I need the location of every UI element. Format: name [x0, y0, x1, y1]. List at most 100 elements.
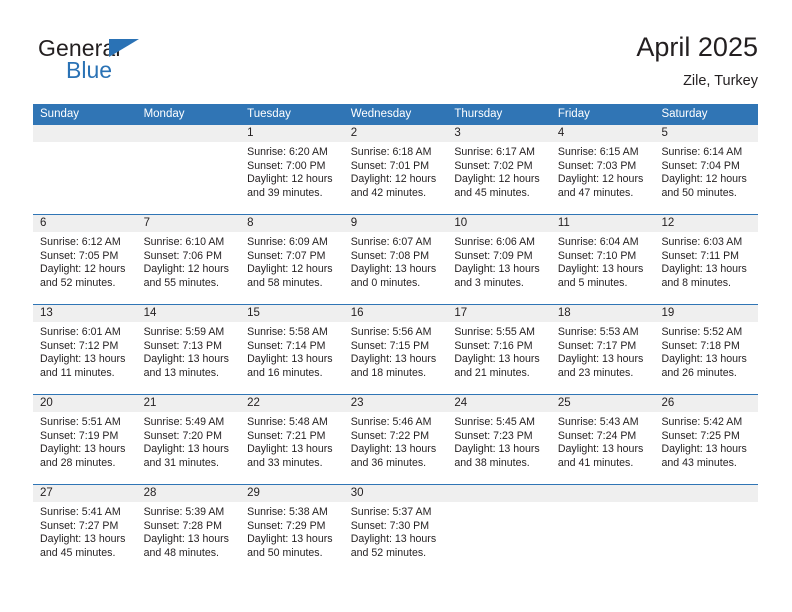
day-number: 19	[654, 305, 759, 322]
day-detail-line: and 0 minutes.	[350, 276, 421, 289]
day-detail-line: Daylight: 13 hours	[40, 353, 126, 366]
page-title: April 2025	[636, 32, 758, 62]
day-details: Sunrise: 5:46 AM Sunset: 7:22 PM Daylight:…	[344, 412, 448, 470]
day-cell-15[interactable]: 15 Sunrise: 5:58 AM Sunset: 7:14 PM Dayligh…	[240, 305, 344, 394]
day-number: 26	[654, 395, 759, 412]
day-cell-27[interactable]: 27 Sunrise: 5:41 AM Sunset: 7:27 PM Dayligh…	[33, 485, 137, 574]
day-cell-2[interactable]: 2 Sunrise: 6:18 AM Sunset: 7:01 PM Daylight…	[343, 125, 448, 214]
day-number: 11	[550, 215, 655, 232]
day-details	[654, 502, 758, 506]
day-number: 9	[343, 215, 448, 232]
day-number	[33, 125, 137, 142]
day-detail-line: and 8 minutes.	[661, 276, 731, 289]
calendar-weeks: 1 Sunrise: 6:20 AM Sunset: 7:00 PM Daylight…	[33, 125, 759, 574]
day-number	[654, 485, 759, 502]
day-detail-line: Sunset: 7:09 PM	[454, 249, 533, 262]
day-cell-8[interactable]: 8 Sunrise: 6:09 AM Sunset: 7:07 PM Daylight…	[240, 215, 344, 304]
day-cell-28[interactable]: 28 Sunrise: 5:39 AM Sunset: 7:28 PM Dayligh…	[136, 485, 241, 574]
day-detail-line: and 13 minutes.	[143, 366, 219, 379]
day-details: Sunrise: 6:06 AM Sunset: 7:09 PM Daylight:…	[447, 232, 551, 290]
day-cell-23[interactable]: 23 Sunrise: 5:46 AM Sunset: 7:22 PM Dayligh…	[343, 395, 448, 484]
day-cell-26[interactable]: 26 Sunrise: 5:42 AM Sunset: 7:25 PM Dayligh…	[654, 395, 759, 484]
day-cell-24[interactable]: 24 Sunrise: 5:45 AM Sunset: 7:23 PM Dayligh…	[447, 395, 551, 484]
day-cell-17[interactable]: 17 Sunrise: 5:55 AM Sunset: 7:16 PM Dayligh…	[447, 305, 551, 394]
day-detail-line: Daylight: 13 hours	[350, 533, 437, 546]
day-detail-line: Sunrise: 5:37 AM	[350, 506, 432, 518]
day-detail-line: Sunrise: 6:10 AM	[143, 236, 225, 248]
day-detail-line: and 58 minutes.	[247, 276, 323, 289]
day-detail-line: and 39 minutes.	[247, 186, 323, 199]
day-detail-line: Sunset: 7:10 PM	[557, 249, 637, 262]
day-cell-19[interactable]: 19 Sunrise: 5:52 AM Sunset: 7:18 PM Dayligh…	[654, 305, 759, 394]
day-cell-12[interactable]: 12 Sunrise: 6:03 AM Sunset: 7:11 PM Dayligh…	[654, 215, 759, 304]
day-cell-29[interactable]: 29 Sunrise: 5:38 AM Sunset: 7:29 PM Dayligh…	[240, 485, 344, 574]
brand-logo[interactable]: General Blue	[38, 35, 218, 91]
week-cells: 27 Sunrise: 5:41 AM Sunset: 7:27 PM Dayligh…	[33, 485, 759, 574]
day-cell-5[interactable]: 5 Sunrise: 6:14 AM Sunset: 7:04 PM Daylight…	[654, 125, 759, 214]
day-detail-line: Daylight: 13 hours	[454, 263, 540, 276]
day-cell-18[interactable]: 18 Sunrise: 5:53 AM Sunset: 7:17 PM Dayligh…	[550, 305, 655, 394]
calendar-page: General Blue April 2025 Zile, Turkey Sun…	[0, 0, 792, 612]
day-detail-line: Sunrise: 5:46 AM	[350, 416, 432, 428]
day-number: 2	[343, 125, 448, 142]
day-detail-line: Sunset: 7:15 PM	[350, 339, 430, 352]
calendar-grid: Sunday Monday Tuesday Wednesday Thursday Frid…	[33, 104, 759, 574]
weekday-header-row: Sunday Monday Tuesday Wednesday Thursday Frid…	[33, 104, 758, 125]
day-details: Sunrise: 5:56 AM Sunset: 7:15 PM Daylight:…	[344, 322, 448, 380]
day-cell-1[interactable]: 1 Sunrise: 6:20 AM Sunset: 7:00 PM Daylight…	[240, 125, 344, 214]
day-detail-line: Daylight: 13 hours	[454, 353, 540, 366]
day-cell-empty	[136, 125, 241, 214]
day-details: Sunrise: 6:20 AM Sunset: 7:00 PM Daylight:…	[240, 142, 344, 200]
day-detail-line: Sunrise: 6:06 AM	[454, 236, 535, 248]
day-detail-line: Sunrise: 6:01 AM	[40, 326, 121, 338]
day-detail-line: and 41 minutes.	[557, 456, 634, 469]
day-detail-line: Sunrise: 5:59 AM	[143, 326, 225, 338]
day-number: 14	[136, 305, 241, 322]
day-detail-line: Daylight: 13 hours	[247, 443, 333, 456]
day-detail-line: Daylight: 12 hours	[454, 173, 540, 186]
day-detail-line: Sunrise: 5:58 AM	[247, 326, 328, 338]
day-detail-line: and 55 minutes.	[143, 276, 219, 289]
day-cell-16[interactable]: 16 Sunrise: 5:56 AM Sunset: 7:15 PM Dayligh…	[343, 305, 448, 394]
day-detail-line: Sunrise: 5:53 AM	[557, 326, 639, 338]
day-number: 28	[136, 485, 241, 502]
day-number: 6	[33, 215, 137, 232]
day-number: 29	[240, 485, 344, 502]
day-cell-14[interactable]: 14 Sunrise: 5:59 AM Sunset: 7:13 PM Dayligh…	[136, 305, 241, 394]
day-cell-20[interactable]: 20 Sunrise: 5:51 AM Sunset: 7:19 PM Dayligh…	[33, 395, 137, 484]
day-cell-21[interactable]: 21 Sunrise: 5:49 AM Sunset: 7:20 PM Dayligh…	[136, 395, 241, 484]
day-cell-30[interactable]: 30 Sunrise: 5:37 AM Sunset: 7:30 PM Dayligh…	[343, 485, 448, 574]
day-detail-line: and 16 minutes.	[247, 366, 323, 379]
day-details: Sunrise: 5:37 AM Sunset: 7:30 PM Daylight:…	[344, 502, 448, 560]
day-cell-10[interactable]: 10 Sunrise: 6:06 AM Sunset: 7:09 PM Dayligh…	[447, 215, 551, 304]
day-details	[551, 502, 655, 506]
day-details: Sunrise: 5:41 AM Sunset: 7:27 PM Daylight:…	[33, 502, 137, 560]
day-cell-3[interactable]: 3 Sunrise: 6:17 AM Sunset: 7:02 PM Daylight…	[447, 125, 551, 214]
day-number	[550, 485, 655, 502]
day-cell-empty	[447, 485, 551, 574]
day-detail-line: Sunset: 7:28 PM	[143, 519, 222, 532]
day-detail-line: and 52 minutes.	[40, 276, 116, 289]
day-cell-22[interactable]: 22 Sunrise: 5:48 AM Sunset: 7:21 PM Dayligh…	[240, 395, 344, 484]
day-cell-6[interactable]: 6 Sunrise: 6:12 AM Sunset: 7:05 PM Daylight…	[33, 215, 137, 304]
day-detail-line: and 5 minutes.	[557, 276, 628, 289]
day-detail-line: and 45 minutes.	[454, 186, 530, 199]
day-cell-empty	[33, 125, 137, 214]
day-cell-7[interactable]: 7 Sunrise: 6:10 AM Sunset: 7:06 PM Daylight…	[136, 215, 241, 304]
day-detail-line: Sunset: 7:00 PM	[247, 159, 326, 172]
day-detail-line: Sunset: 7:08 PM	[350, 249, 430, 262]
day-details: Sunrise: 5:53 AM Sunset: 7:17 PM Daylight:…	[551, 322, 655, 380]
day-detail-line: Sunset: 7:06 PM	[143, 249, 222, 262]
day-cell-25[interactable]: 25 Sunrise: 5:43 AM Sunset: 7:24 PM Dayligh…	[550, 395, 655, 484]
day-number: 3	[447, 125, 551, 142]
day-cell-9[interactable]: 9 Sunrise: 6:07 AM Sunset: 7:08 PM Daylight…	[343, 215, 448, 304]
day-detail-line: Daylight: 13 hours	[350, 263, 437, 276]
day-cell-13[interactable]: 13 Sunrise: 6:01 AM Sunset: 7:12 PM Dayligh…	[33, 305, 137, 394]
day-detail-line: Sunrise: 5:49 AM	[143, 416, 225, 428]
weekday-header-wednesday: Wednesday	[350, 108, 412, 120]
calendar-week-row: 13 Sunrise: 6:01 AM Sunset: 7:12 PM Dayligh…	[33, 304, 759, 394]
day-details	[447, 502, 551, 506]
day-cell-4[interactable]: 4 Sunrise: 6:15 AM Sunset: 7:03 PM Daylight…	[550, 125, 655, 214]
day-cell-11[interactable]: 11 Sunrise: 6:04 AM Sunset: 7:10 PM Dayligh…	[550, 215, 655, 304]
day-details: Sunrise: 6:01 AM Sunset: 7:12 PM Daylight:…	[33, 322, 137, 380]
